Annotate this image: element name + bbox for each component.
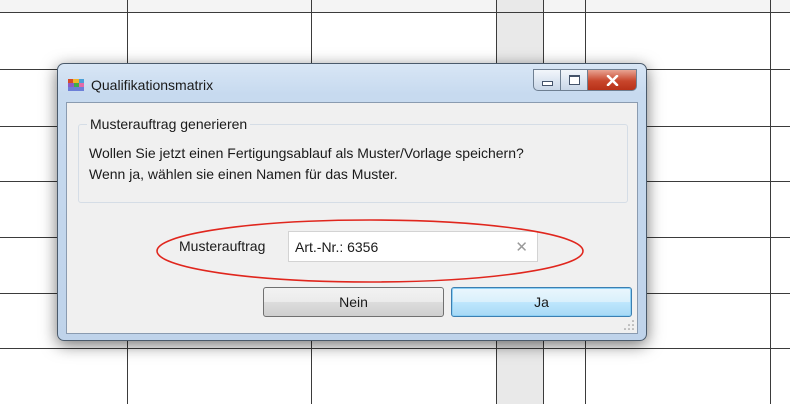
maximize-button[interactable] — [560, 69, 587, 91]
message-line-2: Wenn ja, wählen sie einen Namen für das … — [89, 166, 398, 182]
group-message: Wollen Sie jetzt einen Fertigungsablauf … — [89, 143, 524, 185]
minimize-icon — [541, 80, 553, 86]
group-title: Musterauftrag generieren — [87, 116, 251, 132]
grid-vline — [770, 0, 771, 404]
musterauftrag-label: Musterauftrag — [179, 238, 266, 254]
window-controls — [533, 69, 637, 93]
musterauftrag-field[interactable]: ✕ — [288, 231, 538, 262]
top-strip — [0, 0, 790, 12]
title-bar[interactable]: Qualifikationsmatrix — [58, 64, 646, 102]
window-title: Qualifikationsmatrix — [91, 77, 214, 93]
group-box: Musterauftrag generieren Wollen Sie jetz… — [78, 116, 628, 203]
musterauftrag-input[interactable] — [289, 232, 509, 261]
close-icon — [606, 74, 618, 86]
dialog-window: Qualifikationsmatrix Musterauftrag gener… — [57, 63, 647, 341]
grid-hline — [0, 348, 790, 349]
nein-button[interactable]: Nein — [263, 287, 444, 317]
maximize-icon — [568, 75, 580, 85]
app-icon — [68, 79, 84, 91]
message-line-1: Wollen Sie jetzt einen Fertigungsablauf … — [89, 145, 524, 161]
clear-icon[interactable]: ✕ — [515, 238, 528, 256]
dialog-client-area: Musterauftrag generieren Wollen Sie jetz… — [66, 102, 638, 334]
resize-grip-icon[interactable] — [624, 320, 634, 330]
ja-button[interactable]: Ja — [451, 287, 632, 317]
close-button[interactable] — [587, 69, 637, 91]
minimize-button[interactable] — [533, 69, 560, 91]
grid-hline — [0, 12, 790, 13]
